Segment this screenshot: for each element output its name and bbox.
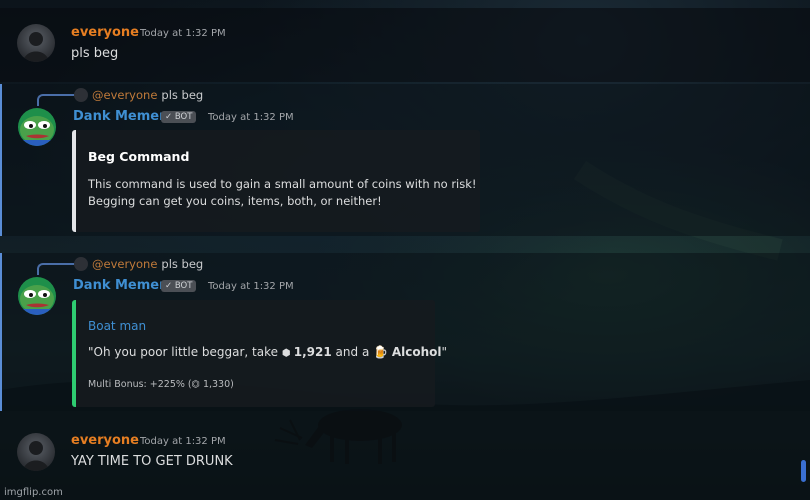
embed-title: Beg Command bbox=[88, 149, 190, 164]
embed-accent-bar bbox=[72, 130, 76, 232]
author-name[interactable]: everyone bbox=[71, 433, 139, 448]
pepe-avatar-image bbox=[18, 116, 56, 146]
pepe-avatar-image bbox=[18, 285, 56, 315]
embed-footer: Multi Bonus: +225% (⏣ 1,330) bbox=[88, 379, 234, 390]
quote-mid: and a bbox=[331, 345, 374, 359]
author-name[interactable]: Dank Memer bbox=[73, 109, 166, 124]
coin-icon: ⬢ bbox=[281, 348, 294, 359]
timestamp: Today at 1:32 PM bbox=[208, 281, 294, 292]
quote-prefix: "Oh you poor little beggar, take bbox=[88, 345, 282, 359]
bot-avatar[interactable] bbox=[18, 277, 56, 315]
user-avatar-image bbox=[23, 441, 49, 471]
bot-badge: ✓ BOT bbox=[161, 111, 197, 123]
coin-amount: 1,921 bbox=[293, 345, 332, 359]
embed-line-1: This command is used to gain a small amo… bbox=[88, 177, 477, 191]
user-avatar[interactable] bbox=[17, 433, 55, 471]
timestamp: Today at 1:32 PM bbox=[208, 112, 294, 123]
bot-avatar[interactable] bbox=[18, 108, 56, 146]
reply-preview[interactable]: @everyone pls beg bbox=[92, 88, 203, 102]
reply-spine bbox=[37, 94, 75, 106]
quote-suffix: " bbox=[441, 345, 448, 359]
item-name: Alcohol bbox=[391, 345, 442, 359]
embed-accent-bar bbox=[72, 300, 76, 407]
beer-icon: 🍺 bbox=[373, 345, 392, 359]
author-name[interactable]: Dank Memer bbox=[73, 278, 166, 293]
reply-mention[interactable]: @everyone bbox=[92, 88, 157, 102]
reply-preview[interactable]: @everyone pls beg bbox=[92, 257, 203, 271]
message-1[interactable]: everyone Today at 1:32 PM pls beg bbox=[0, 8, 810, 82]
reply-text: pls beg bbox=[161, 257, 204, 271]
embed-quote: "Oh you poor little beggar, take ⬢ 1,921… bbox=[88, 345, 447, 359]
embed-title[interactable]: Boat man bbox=[88, 319, 146, 333]
reply-spine bbox=[37, 263, 75, 275]
timestamp: Today at 1:32 PM bbox=[140, 28, 226, 39]
watermark: imgflip.com bbox=[4, 487, 63, 498]
message-3[interactable]: @everyone pls beg Dank Memer ✓ BOT Today … bbox=[0, 253, 810, 411]
timestamp: Today at 1:32 PM bbox=[140, 436, 226, 447]
message-text: YAY TIME TO GET DRUNK bbox=[71, 454, 233, 469]
reply-mention[interactable]: @everyone bbox=[92, 257, 157, 271]
message-text: pls beg bbox=[71, 46, 119, 61]
reply-avatar bbox=[74, 88, 88, 102]
message-2[interactable]: @everyone pls beg Dank Memer ✓ BOT Today … bbox=[0, 84, 810, 236]
user-avatar-image bbox=[23, 32, 49, 62]
user-avatar[interactable] bbox=[17, 24, 55, 62]
reply-text: pls beg bbox=[161, 88, 204, 102]
message-4[interactable]: everyone Today at 1:32 PM YAY TIME TO GE… bbox=[0, 420, 810, 480]
bot-badge: ✓ BOT bbox=[161, 280, 197, 292]
embed-card: Boat man "Oh you poor little beggar, tak… bbox=[72, 300, 447, 407]
embed-card: Beg Command This command is used to gain… bbox=[72, 130, 480, 232]
scrollbar-thumb[interactable] bbox=[801, 460, 806, 482]
embed-line-2: Begging can get you coins, items, both, … bbox=[88, 194, 382, 208]
reply-avatar bbox=[74, 257, 88, 271]
author-name[interactable]: everyone bbox=[71, 25, 139, 40]
